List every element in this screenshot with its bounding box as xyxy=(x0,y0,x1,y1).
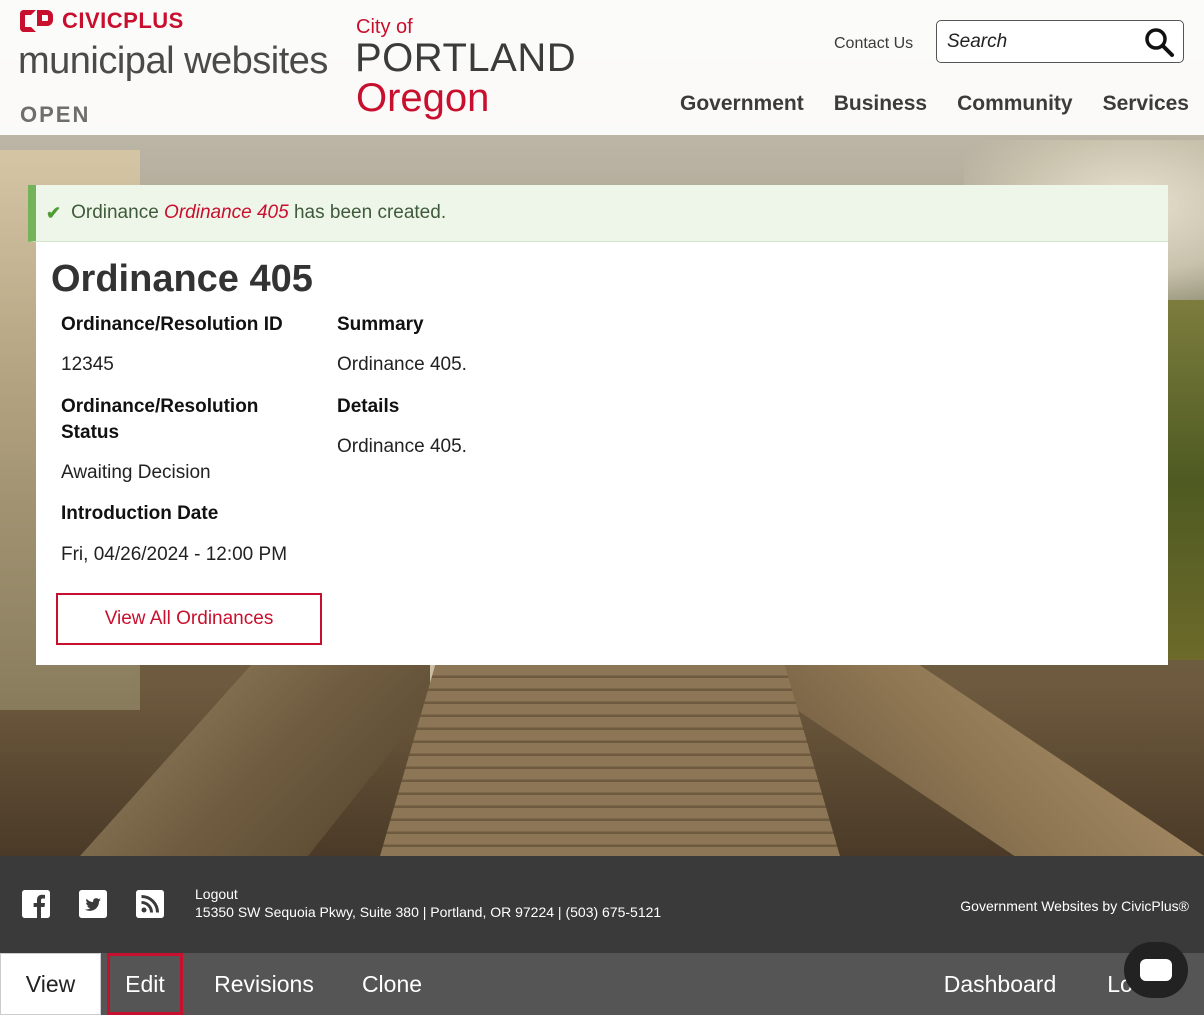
tab-edit[interactable]: Edit xyxy=(107,953,183,1015)
search-box xyxy=(936,20,1184,63)
tab-clone[interactable]: Clone xyxy=(348,953,436,1015)
introduction-date-label: Introduction Date xyxy=(61,503,219,524)
twitter-icon xyxy=(79,890,107,918)
site-header: CIVICPLUS municipal websites OPEN City o… xyxy=(0,0,1204,135)
city-name: PORTLAND xyxy=(355,36,577,80)
chat-bubble-icon xyxy=(1140,959,1172,981)
product-name: municipal websites xyxy=(18,40,328,82)
facebook-link[interactable] xyxy=(22,890,50,918)
view-all-ordinances-button[interactable]: View All Ordinances xyxy=(56,593,322,645)
civicplus-mark-icon xyxy=(20,10,54,32)
civicplus-logo[interactable]: CIVICPLUS xyxy=(20,8,184,34)
civicplus-wordmark: CIVICPLUS xyxy=(62,8,184,33)
tab-view[interactable]: View xyxy=(0,953,101,1015)
chat-widget-button[interactable] xyxy=(1124,942,1188,998)
tab-revisions[interactable]: Revisions xyxy=(200,953,328,1015)
contact-us-link[interactable]: Contact Us xyxy=(834,35,913,53)
ordinance-id-label: Ordinance/Resolution ID xyxy=(61,314,283,335)
introduction-date-value: Fri, 04/26/2024 - 12:00 PM xyxy=(61,544,288,565)
checkmark-icon: ✔ xyxy=(46,202,62,223)
footer-logout-link[interactable]: Logout xyxy=(195,886,238,902)
site-footer: Logout 15350 SW Sequoia Pkwy, Suite 380 … xyxy=(0,856,1204,953)
search-icon xyxy=(1145,28,1174,57)
alert-message: Ordinance Ordinance 405 has been created… xyxy=(71,202,446,224)
search-input[interactable] xyxy=(947,27,1137,57)
details-label: Details xyxy=(337,396,400,417)
main-navigation: Government Business Community Services xyxy=(680,92,1189,116)
success-alert: ✔ Ordinance Ordinance 405 has been creat… xyxy=(28,185,1168,242)
admin-tab-bar: View Edit Revisions Clone Dashboard Lo xyxy=(0,953,1204,1015)
twitter-link[interactable] xyxy=(79,890,107,918)
state-name: Oregon xyxy=(356,76,490,120)
page-title: Ordinance 405 xyxy=(51,258,313,300)
alert-item-name: Ordinance 405 xyxy=(164,202,289,223)
ordinance-status-value: Awaiting Decision xyxy=(61,462,211,483)
nav-community[interactable]: Community xyxy=(957,92,1073,116)
ordinance-card: Ordinance 405 Ordinance/Resolution ID 12… xyxy=(36,242,1168,665)
nav-services[interactable]: Services xyxy=(1103,92,1189,116)
nav-government[interactable]: Government xyxy=(680,92,804,116)
ordinance-id-value: 12345 xyxy=(61,354,114,375)
civicplus-credit-link[interactable]: Government Websites by CivicPlus® xyxy=(960,898,1189,914)
alert-prefix: Ordinance xyxy=(71,202,159,223)
summary-value: Ordinance 405. xyxy=(337,354,467,375)
tab-dashboard[interactable]: Dashboard xyxy=(930,953,1070,1015)
footer-address: 15350 SW Sequoia Pkwy, Suite 380 | Portl… xyxy=(195,904,662,920)
search-button[interactable] xyxy=(1143,26,1175,58)
rss-link[interactable] xyxy=(136,890,164,918)
hero-boardwalk xyxy=(380,665,840,856)
rss-icon xyxy=(136,890,164,918)
summary-label: Summary xyxy=(337,314,424,335)
open-label: OPEN xyxy=(20,102,91,127)
nav-business[interactable]: Business xyxy=(834,92,927,116)
facebook-icon xyxy=(22,890,50,918)
details-value: Ordinance 405. xyxy=(337,436,467,457)
ordinance-status-label: Ordinance/Resolution Status xyxy=(61,396,259,443)
alert-suffix: has been created. xyxy=(293,202,447,223)
